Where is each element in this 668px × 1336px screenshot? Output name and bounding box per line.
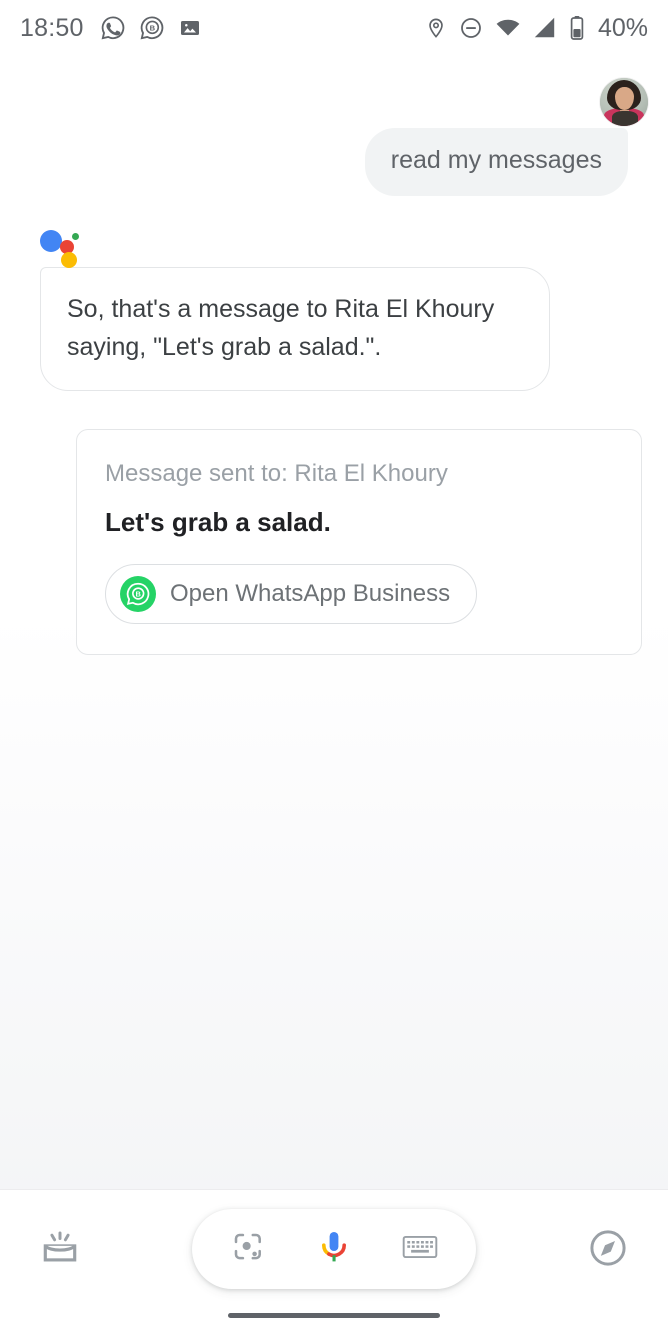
- wifi-icon: [495, 16, 521, 40]
- avatar-scarf: [612, 111, 638, 126]
- keyboard-icon: [402, 1231, 438, 1268]
- location-pin-icon: [425, 16, 447, 40]
- explore-button[interactable]: [576, 1218, 640, 1282]
- assistant-response-block: So, that's a message to Rita El Khoury s…: [0, 224, 668, 655]
- svg-text:B: B: [136, 589, 142, 598]
- whatsapp-icon: [100, 15, 126, 41]
- snapshot-button[interactable]: [28, 1218, 92, 1282]
- avatar[interactable]: [600, 78, 648, 126]
- google-assistant-logo: [40, 224, 82, 268]
- user-message-row: read my messages: [0, 128, 668, 196]
- card-message-text: Let's grab a salad.: [105, 506, 331, 537]
- photo-icon: [178, 16, 202, 40]
- voice-mic-button[interactable]: [308, 1223, 360, 1275]
- keyboard-button[interactable]: [394, 1223, 446, 1275]
- assistant-response-bubble: So, that's a message to Rita El Khoury s…: [40, 266, 550, 391]
- gesture-navigation-bar[interactable]: [228, 1313, 440, 1318]
- explore-compass-icon: [587, 1227, 629, 1274]
- open-whatsapp-business-label: Open WhatsApp Business: [170, 579, 451, 607]
- google-mic-icon: [312, 1225, 356, 1274]
- battery-percent-label: 40%: [597, 13, 648, 42]
- conversation-area: read my messages So, that's a message to…: [0, 56, 668, 655]
- user-avatar-row: [0, 56, 668, 126]
- snapshot-icon: [39, 1227, 81, 1274]
- battery-icon: [569, 15, 585, 41]
- card-recipient-label: Message sent to: Rita El Khoury: [105, 459, 448, 487]
- status-bar: 18:50 B 40%: [0, 0, 668, 56]
- assistant-dot-yellow: [61, 251, 77, 268]
- message-result-card[interactable]: Message sent to: Rita El Khoury Let's gr…: [76, 428, 642, 655]
- cellular-signal-icon: [533, 16, 557, 40]
- status-bar-clock: 18:50: [20, 13, 84, 42]
- assistant-dot-blue: [40, 229, 62, 252]
- whatsapp-business-icon: B: [120, 575, 156, 612]
- google-lens-icon: [230, 1229, 266, 1270]
- assistant-input-pill: [192, 1209, 476, 1289]
- user-query-bubble: read my messages: [364, 128, 628, 196]
- status-bar-left: 18:50 B: [20, 14, 215, 43]
- status-bar-right: 40%: [425, 14, 648, 43]
- assistant-dot-green: [72, 232, 79, 240]
- bottom-bar: [0, 1189, 668, 1336]
- whatsapp-business-icon: B: [139, 15, 165, 41]
- open-whatsapp-business-button[interactable]: B Open WhatsApp Business: [105, 563, 478, 624]
- do-not-disturb-icon: [459, 16, 483, 40]
- google-lens-button[interactable]: [222, 1223, 274, 1275]
- svg-text:B: B: [149, 24, 155, 33]
- assistant-screen: 18:50 B 40% read my messages So, that's …: [0, 0, 668, 1336]
